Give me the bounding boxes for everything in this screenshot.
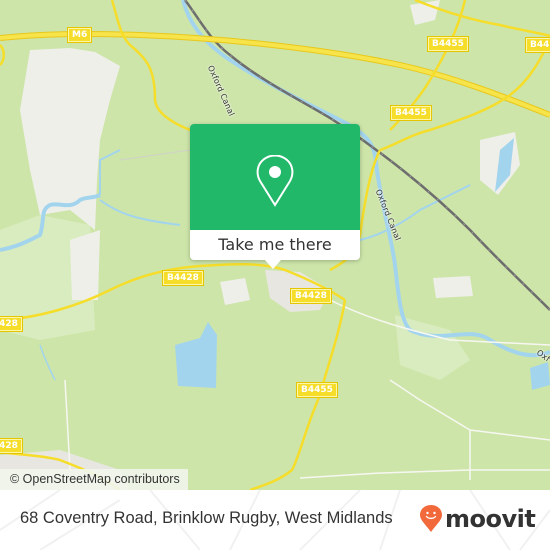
road-shield-b4428: B4428 <box>162 270 204 286</box>
address-text: 68 Coventry Road, Brinklow Rugby, West M… <box>20 509 393 527</box>
urban-area <box>220 278 250 305</box>
lake <box>530 362 550 390</box>
b-road <box>110 0 191 132</box>
destination-popup: Take me there <box>190 124 360 269</box>
take-me-there-button[interactable]: Take me there <box>190 230 360 260</box>
b4455-road <box>379 39 550 152</box>
footer-bar: 68 Coventry Road, Brinklow Rugby, West M… <box>0 490 550 550</box>
moovit-logo[interactable]: moovit <box>420 504 536 534</box>
open-land-area <box>433 276 473 298</box>
popup-pointer <box>265 260 281 269</box>
road-shield-m6: M6 <box>66 27 93 43</box>
stream <box>99 149 121 195</box>
road-shield-b4455: B4455 <box>525 37 550 53</box>
road-shield-b4428: B4428 <box>0 438 23 454</box>
minor-road <box>299 469 550 479</box>
minor-road <box>329 299 550 346</box>
road-shield-b4428: B4428 <box>0 316 23 332</box>
road-shield-b4455: B4455 <box>427 36 469 52</box>
lake <box>175 322 217 388</box>
road-shield-b4455: B4455 <box>390 105 432 121</box>
moovit-smiley-pin-icon <box>420 505 442 532</box>
location-pin-icon <box>256 155 294 207</box>
map-attribution[interactable]: © OpenStreetMap contributors <box>0 469 188 490</box>
road <box>0 44 5 66</box>
popup-header <box>190 124 360 230</box>
moovit-wordmark: moovit <box>445 505 536 533</box>
open-land-area <box>70 230 100 300</box>
stream <box>39 344 56 381</box>
road-shield-b4455: B4455 <box>296 382 338 398</box>
stream <box>99 199 181 226</box>
map-view[interactable]: M6 B4455 B4455 B4455 B4455 B4428 B4428 B… <box>0 0 550 490</box>
road-shield-b4428: B4428 <box>290 288 332 304</box>
